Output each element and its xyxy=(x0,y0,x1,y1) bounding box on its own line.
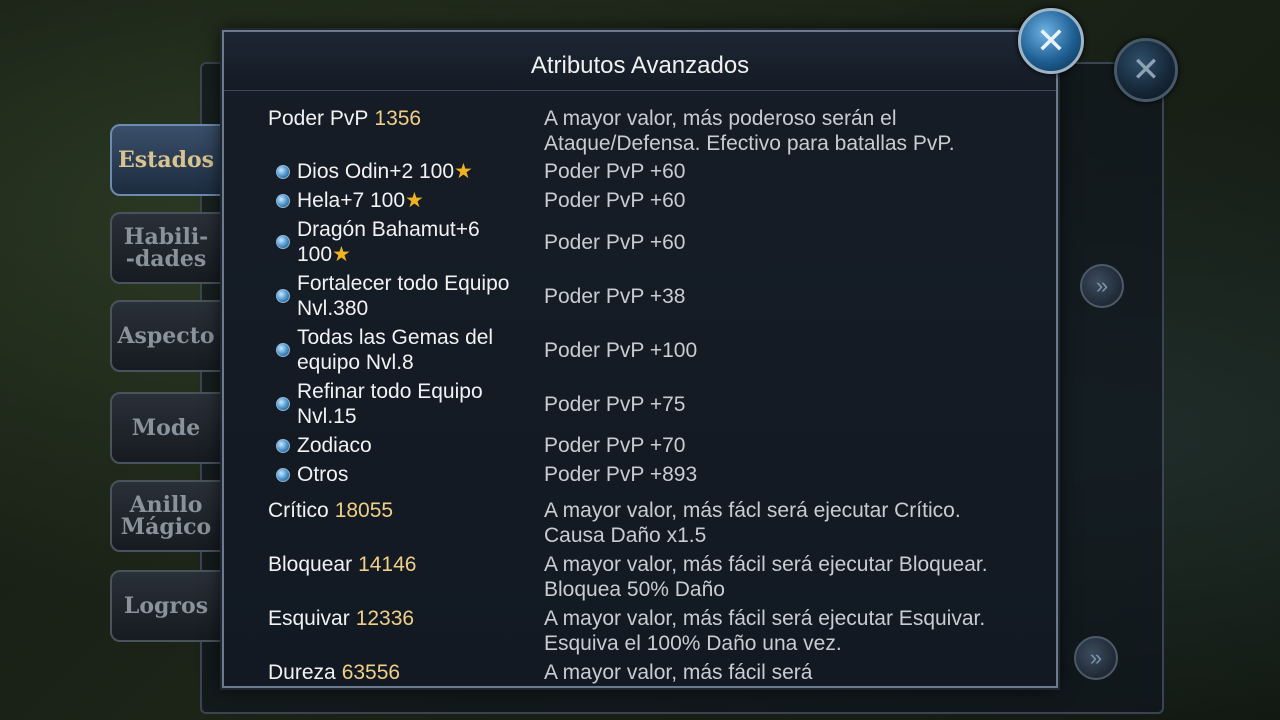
star-icon: ★ xyxy=(405,189,424,212)
attributes-list: Poder PvP 1356 A mayor valor, más poderos… xyxy=(224,90,1056,686)
advanced-attributes-dialog: Atributos Avanzados Poder PvP 1356 A mayo… xyxy=(222,30,1058,688)
side-tab[interactable]: Estados xyxy=(110,124,228,196)
blue-orb-bullet-icon xyxy=(276,289,290,303)
stat-value: 18055 xyxy=(334,499,394,522)
side-tab[interactable]: Mode xyxy=(110,392,228,464)
dialog-header: Atributos Avanzados xyxy=(224,32,1056,91)
side-tab[interactable]: Logros xyxy=(110,570,228,642)
blue-orb-bullet-icon xyxy=(276,235,290,249)
pvp-breakdown-bonus: Poder PvP +70 xyxy=(544,434,686,457)
side-tab-label: Aspecto xyxy=(117,323,215,349)
blue-orb-bullet-icon xyxy=(276,438,290,453)
side-tab-label: Anillo Mágico xyxy=(120,492,212,540)
side-tab[interactable]: Aspecto xyxy=(110,300,228,372)
stat-description: A mayor valor, más fácil será ejecutar E… xyxy=(544,607,986,655)
stat-description: A mayor valor, más fácl será ejecutar Cr… xyxy=(544,499,961,547)
double-chevron-right-icon[interactable]: » xyxy=(1074,636,1118,680)
pvp-breakdown-bonus: Poder PvP +893 xyxy=(544,463,698,486)
side-tab[interactable]: Habili- -dades xyxy=(110,212,228,284)
close-x-icon: ✕ xyxy=(1035,20,1067,62)
pvp-breakdown-bonus: Poder PvP +60 xyxy=(544,230,686,254)
blue-orb-bullet-icon xyxy=(276,164,290,179)
stat-description: A mayor valor, más fácil será ejecutar B… xyxy=(544,553,988,601)
stat-label: Bloquear xyxy=(268,553,353,576)
pvp-breakdown-label: Dragón Bahamut+6 100 xyxy=(297,218,480,266)
stat-value: 14146 xyxy=(358,553,417,576)
stat-value: 12336 xyxy=(355,607,415,630)
stat-value: 63556 xyxy=(341,661,401,684)
star-icon: ★ xyxy=(454,160,473,183)
blue-orb-bullet-icon xyxy=(276,193,290,208)
stat-label: Esquivar xyxy=(268,607,350,630)
pvp-power-value: 1356 xyxy=(374,107,422,130)
pvp-breakdown-bonus: Poder PvP +38 xyxy=(544,284,686,308)
blue-orb-bullet-icon xyxy=(276,397,290,411)
stat-label: Dureza xyxy=(268,661,336,684)
pvp-breakdown-bonus: Poder PvP +60 xyxy=(544,189,686,212)
pvp-power-description: A mayor valor, más poderoso serán el Ata… xyxy=(544,107,955,155)
pvp-breakdown-bonus: Poder PvP +60 xyxy=(544,160,686,183)
stat-description: A mayor valor, más fácil será xyxy=(544,661,813,684)
blue-orb-bullet-icon xyxy=(276,467,290,482)
side-tab-label: Habili- -dades xyxy=(123,224,209,272)
pvp-breakdown-bonus: Poder PvP +100 xyxy=(544,338,698,362)
background-close-button[interactable]: ✕ xyxy=(1114,38,1178,102)
dialog-title: Atributos Avanzados xyxy=(530,52,750,79)
pvp-power-label: Poder PvP xyxy=(268,107,369,130)
pvp-breakdown-label: Dios Odin+2 100 xyxy=(297,160,455,183)
double-chevron-right-icon[interactable]: » xyxy=(1080,264,1124,308)
side-tab[interactable]: Anillo Mágico xyxy=(110,480,228,552)
close-button[interactable]: ✕ xyxy=(1018,8,1084,74)
pvp-breakdown-bonus: Poder PvP +75 xyxy=(544,392,686,416)
pvp-breakdown-label: Fortalecer todo Equipo Nvl.380 xyxy=(297,272,510,320)
star-icon: ★ xyxy=(332,243,351,266)
pvp-breakdown-label: Todas las Gemas del equipo Nvl.8 xyxy=(297,326,494,374)
pvp-breakdown-label: Otros xyxy=(297,463,349,486)
side-tab-label: Estados xyxy=(118,147,215,173)
blue-orb-bullet-icon xyxy=(276,343,290,357)
side-tab-label: Logros xyxy=(123,593,209,619)
pvp-breakdown-label: Refinar todo Equipo Nvl.15 xyxy=(297,380,483,428)
pvp-breakdown-label: Zodiaco xyxy=(297,434,372,457)
side-tab-label: Mode xyxy=(131,415,201,441)
pvp-breakdown-label: Hela+7 100 xyxy=(297,189,406,212)
stat-label: Crítico xyxy=(268,499,329,522)
